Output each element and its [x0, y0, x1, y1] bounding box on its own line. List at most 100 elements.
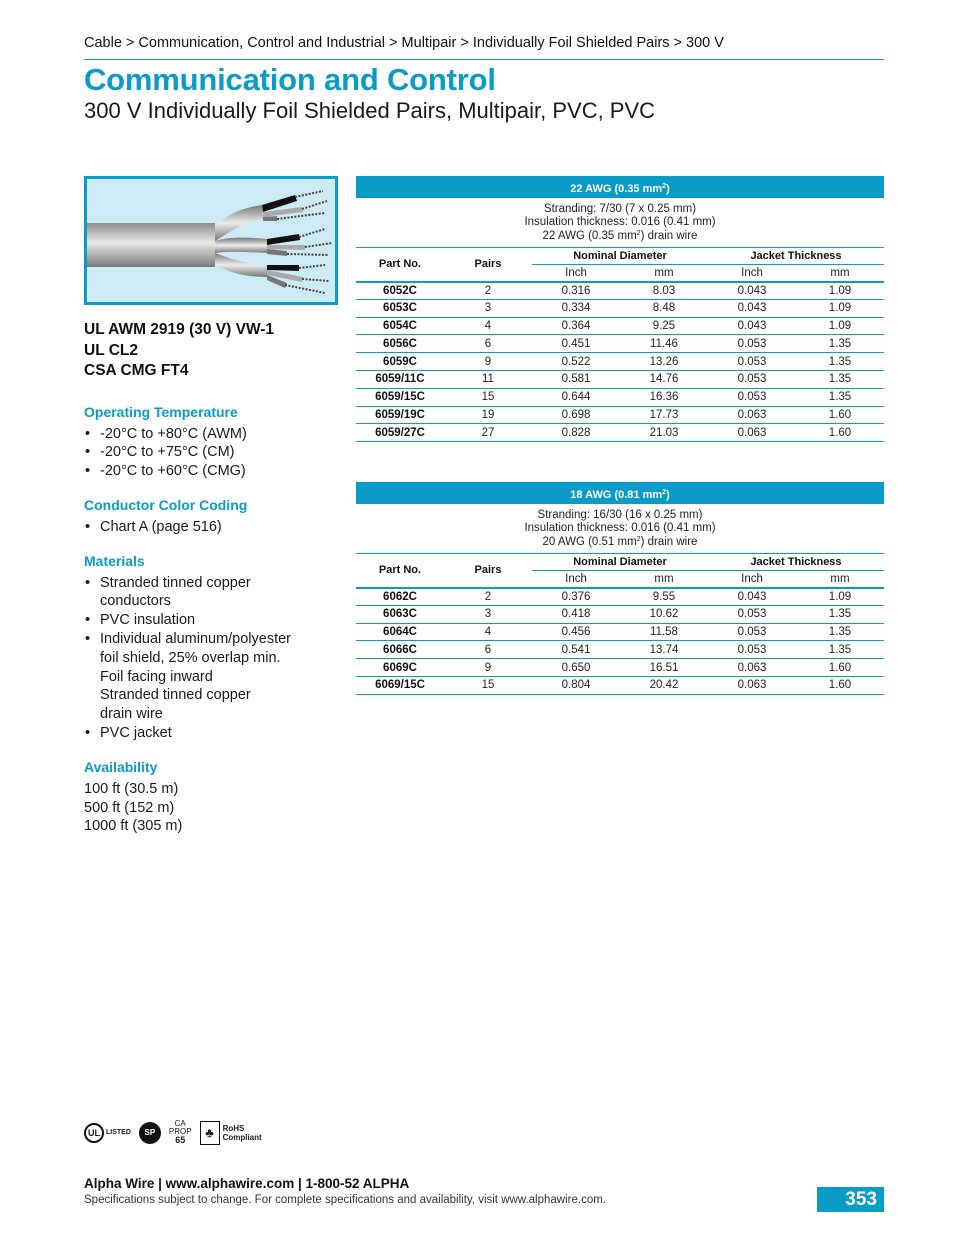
cell-jacket-inch: 0.063: [708, 658, 796, 677]
list-item: Stranded tinned copper: [84, 574, 339, 593]
list-item-continuation: foil shield, 25% overlap min.: [100, 649, 281, 666]
cell-part-no: 6059/15C: [356, 388, 444, 407]
cell-diameter-mm: 11.46: [620, 334, 708, 354]
cable-product-image: [84, 176, 338, 305]
operating-temperature-list: -20°C to +80°C (AWM) -20°C to +75°C (CM)…: [84, 425, 339, 481]
cell-pairs: 6: [444, 640, 532, 660]
cable-illustration: [87, 190, 333, 294]
stranding-note: Stranding: 7/30 (7 x 0.25 mm): [543, 203, 697, 215]
cell-jacket-inch: 0.063: [708, 676, 796, 695]
prop65-logo: CA PROP 65: [168, 1119, 192, 1145]
rohs-logo: ♣ RoHS Compliant: [199, 1120, 262, 1145]
cell-part-no: 6059/11C: [356, 370, 444, 389]
tree-icon: ♣: [199, 1120, 220, 1145]
table-row: 6064C 4 0.456 11.58 0.053 1.35: [356, 623, 884, 642]
cell-part-no: 6056C: [356, 334, 444, 354]
cell-jacket-inch: 0.063: [708, 406, 796, 425]
drain-wire-note: 22 AWG (0.35 mm2) drain wire: [542, 230, 698, 242]
cell-jacket-inch: 0.053: [708, 605, 796, 624]
unit-mm: mm: [654, 266, 674, 279]
header-divider: [84, 59, 884, 60]
cell-jacket-mm: 1.35: [796, 623, 884, 642]
cell-diameter-mm: 13.26: [620, 352, 708, 371]
list-item: Individual aluminum/polyester: [84, 630, 339, 649]
color-coding-list: Chart A (page 516): [84, 518, 339, 537]
column-header-nominal-diameter: Nominal Diameter: [532, 247, 708, 265]
breadcrumb: Cable > Communication, Control and Indus…: [84, 35, 724, 51]
table-row: 6059/27C 27 0.828 21.03 0.063 1.60: [356, 423, 884, 443]
table-row: 6054C 4 0.364 9.25 0.043 1.09: [356, 317, 884, 336]
cell-part-no: 6064C: [356, 623, 444, 642]
list-item-continuation: Stranded tinned copper: [100, 687, 251, 704]
cell-jacket-inch: 0.053: [708, 352, 796, 371]
cell-pairs: 9: [444, 658, 532, 677]
cell-jacket-mm: 1.09: [796, 281, 884, 300]
column-header-part-no: Part No.: [378, 258, 422, 270]
list-item: 100 ft (30.5 m): [84, 780, 179, 797]
cell-pairs: 3: [444, 299, 532, 318]
cell-jacket-mm: 1.09: [796, 587, 884, 606]
list-item: -20°C to +60°C (CMG): [84, 462, 339, 481]
cell-diameter-inch: 0.698: [532, 406, 620, 425]
cell-diameter-mm: 17.73: [620, 406, 708, 425]
materials-list: Stranded tinned copper conductors PVC in…: [84, 574, 339, 743]
cell-part-no: 6062C: [356, 587, 444, 606]
cell-pairs: 27: [444, 423, 532, 443]
awg-header: 18 AWG (0.81 mm2): [356, 482, 884, 504]
cell-diameter-inch: 0.451: [532, 334, 620, 354]
cell-diameter-inch: 0.828: [532, 423, 620, 443]
approvals: UL AWM 2919 (30 V) VW-1 UL CL2 CSA CMG F…: [84, 320, 339, 382]
cell-diameter-inch: 0.364: [532, 317, 620, 336]
cell-diameter-inch: 0.541: [532, 640, 620, 660]
cell-pairs: 2: [444, 587, 532, 606]
spec-table-2: 18 AWG (0.81 mm2) Stranding: 16/30 (16 x…: [356, 482, 884, 695]
cell-diameter-mm: 11.58: [620, 623, 708, 642]
table-row: 6059/11C 11 0.581 14.76 0.053 1.35: [356, 370, 884, 389]
cell-pairs: 19: [444, 406, 532, 425]
table-row: 6066C 6 0.541 13.74 0.053 1.35: [356, 640, 884, 660]
cell-pairs: 15: [444, 388, 532, 407]
color-coding-heading: Conductor Color Coding: [84, 496, 248, 513]
cell-diameter-mm: 21.03: [620, 423, 708, 443]
cell-jacket-inch: 0.043: [708, 317, 796, 336]
cell-jacket-inch: 0.043: [708, 281, 796, 300]
column-header-nominal-diameter: Nominal Diameter: [532, 553, 708, 571]
cell-diameter-mm: 9.55: [620, 587, 708, 606]
cell-part-no: 6069/15C: [356, 676, 444, 695]
cell-jacket-inch: 0.043: [708, 299, 796, 318]
cell-pairs: 11: [444, 370, 532, 389]
cell-part-no: 6059C: [356, 352, 444, 371]
cell-pairs: 4: [444, 317, 532, 336]
materials-heading: Materials: [84, 552, 145, 569]
cell-diameter-mm: 13.74: [620, 640, 708, 660]
cell-diameter-inch: 0.804: [532, 676, 620, 695]
cell-diameter-mm: 16.51: [620, 658, 708, 677]
csa-logo: SP: [138, 1121, 161, 1144]
cell-jacket-mm: 1.09: [796, 317, 884, 336]
cell-jacket-mm: 1.60: [796, 406, 884, 425]
insulation-note: Insulation thickness: 0.016 (0.41 mm): [524, 521, 716, 534]
cell-jacket-inch: 0.053: [708, 334, 796, 354]
table-row: 6063C 3 0.418 10.62 0.053 1.35: [356, 605, 884, 624]
unit-mm: mm: [830, 572, 850, 585]
table-row: 6069C 9 0.650 16.51 0.063 1.60: [356, 658, 884, 677]
cell-jacket-inch: 0.053: [708, 370, 796, 389]
cell-jacket-mm: 1.60: [796, 676, 884, 695]
column-header-jacket-thickness: Jacket Thickness: [708, 553, 884, 571]
table-row: 6062C 2 0.376 9.55 0.043 1.09: [356, 587, 884, 606]
list-item-continuation: drain wire: [100, 706, 163, 723]
cell-jacket-mm: 1.09: [796, 299, 884, 318]
table-row: 6059C 9 0.522 13.26 0.053 1.35: [356, 352, 884, 371]
ul-listed-logo: UL LISTED: [84, 1122, 131, 1143]
dimension-table: Part No. Pairs Nominal Diameter Jacket T…: [356, 247, 884, 443]
awg-label: 18 AWG (0.81 mm: [570, 489, 663, 501]
table-row: 6056C 6 0.451 11.46 0.053 1.35: [356, 334, 884, 354]
page-number: 353: [817, 1187, 884, 1212]
cell-diameter-inch: 0.644: [532, 388, 620, 407]
approval: UL CL2: [84, 341, 138, 359]
construction-notes: Stranding: 7/30 (7 x 0.25 mm) Insulation…: [356, 198, 884, 248]
cell-pairs: 4: [444, 623, 532, 642]
drain-wire-note: 20 AWG (0.51 mm2) drain wire: [542, 536, 698, 548]
cell-jacket-mm: 1.35: [796, 640, 884, 660]
stranding-note: Stranding: 16/30 (16 x 0.25 mm): [537, 509, 703, 521]
